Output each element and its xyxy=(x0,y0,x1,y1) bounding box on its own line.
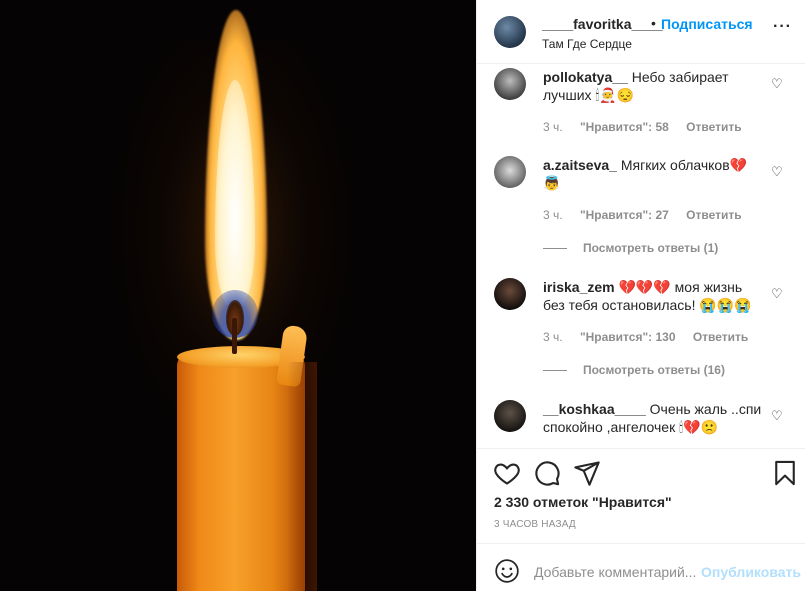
commenter-username[interactable]: __koshkaa____ xyxy=(543,401,646,417)
comment-meta: 3 ч. "Нравится": 58 Ответить xyxy=(543,120,756,134)
comment-text: pollokatya__ Небо забирает лучших 🕯🧑‍🎄😔 xyxy=(543,68,763,104)
post-sidebar: ____favoritka____ • Подписаться Там Где … xyxy=(476,0,805,591)
commenter-avatar[interactable] xyxy=(494,156,526,188)
commenter-avatar[interactable] xyxy=(494,68,526,100)
like-comment-icon[interactable]: ♡ xyxy=(771,164,783,180)
comment-text: a.zaitseva_ Мягких облачков💔👼 xyxy=(543,156,763,192)
view-replies-button[interactable]: Посмотреть ответы (16) xyxy=(543,363,725,377)
replies-divider xyxy=(543,248,567,250)
wick xyxy=(232,318,237,354)
comment-text: iriska_zem 💔💔💔 моя жизнь без тебя остано… xyxy=(543,278,763,314)
comment-meta: 3 ч. "Нравится": 27 Ответить xyxy=(543,208,756,222)
reply-button[interactable]: Ответить xyxy=(686,208,741,222)
reply-button[interactable]: Ответить xyxy=(686,120,741,134)
view-replies-button[interactable]: Посмотреть ответы (1) xyxy=(543,241,718,255)
comment-text: __koshkaa____ Очень жаль ..спи спокойно … xyxy=(543,400,763,436)
author-username[interactable]: ____favoritka____ xyxy=(542,16,663,32)
candle xyxy=(177,352,305,591)
likes-count[interactable]: 2 330 отметок "Нравится" xyxy=(494,494,672,510)
comments-list: pollokatya__ Небо забирает лучших 🕯🧑‍🎄😔 … xyxy=(477,64,805,448)
view-replies-label: Посмотреть ответы (16) xyxy=(583,363,725,377)
commenter-avatar[interactable] xyxy=(494,278,526,310)
post-header: ____favoritka____ • Подписаться Там Где … xyxy=(477,0,805,64)
like-heart-icon[interactable] xyxy=(493,459,521,487)
separator-dot: • xyxy=(651,15,656,31)
share-send-icon[interactable] xyxy=(573,459,601,487)
comment-likes[interactable]: "Нравится": 58 xyxy=(580,120,669,134)
like-comment-icon[interactable]: ♡ xyxy=(771,76,783,92)
post-timestamp[interactable]: 3 ЧАСОВ НАЗАД xyxy=(494,519,576,530)
commenter-username[interactable]: iriska_zem xyxy=(543,279,615,295)
comment-meta: 3 ч. "Нравится": 130 Ответить xyxy=(543,330,762,344)
like-comment-icon[interactable]: ♡ xyxy=(771,286,783,302)
replies-divider xyxy=(543,370,567,372)
post-location[interactable]: Там Где Сердце xyxy=(542,37,632,51)
reply-button[interactable]: Ответить xyxy=(693,330,748,344)
comment-likes[interactable]: "Нравится": 130 xyxy=(580,330,676,344)
author-avatar[interactable] xyxy=(494,16,526,48)
post-actions: 2 330 отметок "Нравится" 3 ЧАСОВ НАЗАД xyxy=(477,448,805,544)
like-comment-icon[interactable]: ♡ xyxy=(771,408,783,424)
publish-button[interactable]: Опубликовать xyxy=(701,564,801,580)
more-options-icon[interactable]: ··· xyxy=(773,18,792,36)
comment-time[interactable]: 3 ч. xyxy=(543,330,563,344)
commenter-avatar[interactable] xyxy=(494,400,526,432)
save-bookmark-icon[interactable] xyxy=(771,459,799,487)
comment-input[interactable]: Добавьте комментарий... xyxy=(534,564,696,580)
view-replies-label: Посмотреть ответы (1) xyxy=(583,241,719,255)
follow-button[interactable]: Подписаться xyxy=(661,16,753,32)
comment-time[interactable]: 3 ч. xyxy=(543,120,563,134)
post-image xyxy=(0,0,476,591)
candle-shade xyxy=(287,362,317,591)
add-comment-bar: Добавьте комментарий... Опубликовать xyxy=(477,543,805,591)
commenter-username[interactable]: pollokatya__ xyxy=(543,69,628,85)
comment-bubble-icon[interactable] xyxy=(533,459,561,487)
commenter-username[interactable]: a.zaitseva_ xyxy=(543,157,617,173)
emoji-smiley-icon[interactable] xyxy=(494,558,520,584)
comment-likes[interactable]: "Нравится": 27 xyxy=(580,208,669,222)
comment-time[interactable]: 3 ч. xyxy=(543,208,563,222)
